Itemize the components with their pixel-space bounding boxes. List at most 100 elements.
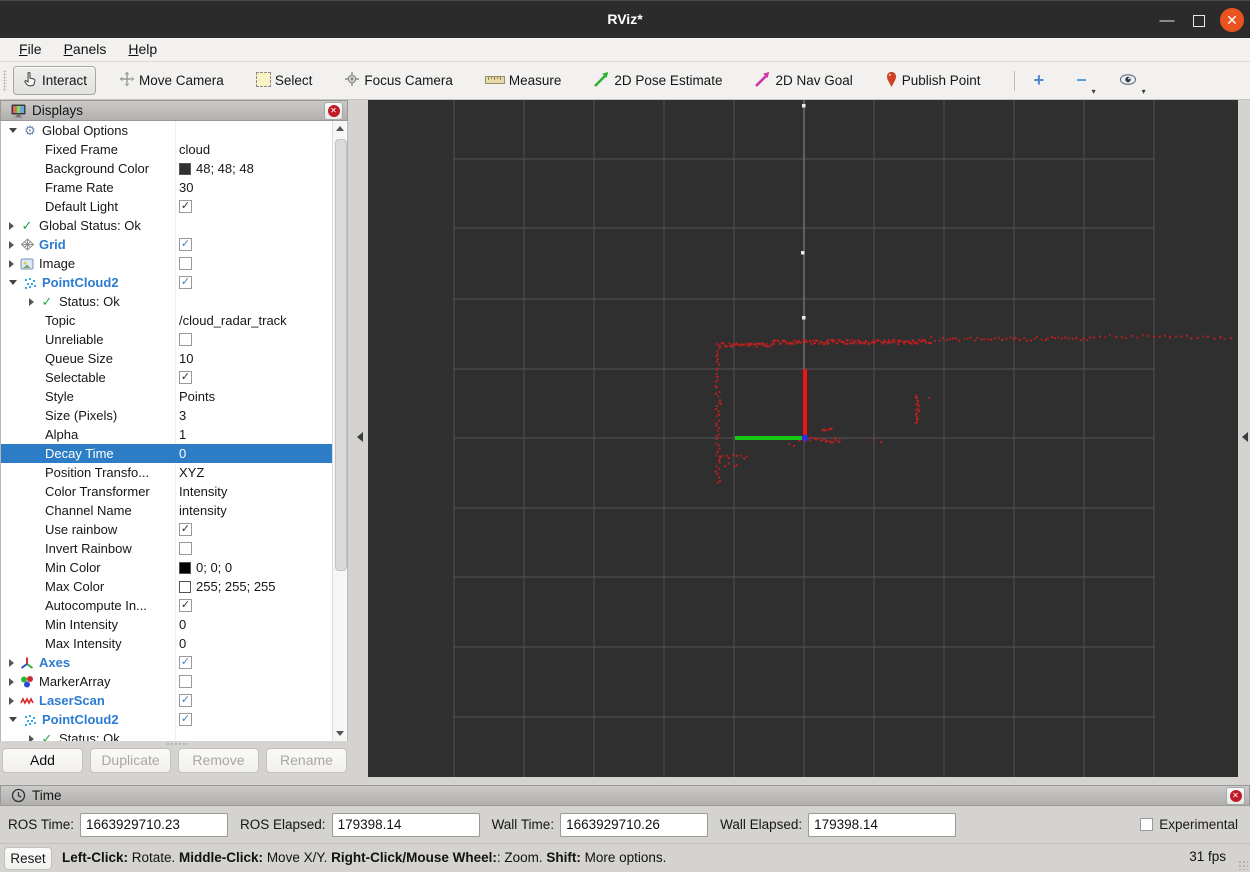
tree-row[interactable]: Min Intensity0 xyxy=(1,615,333,634)
tool-2d-nav-goal[interactable]: 2D Nav Goal xyxy=(745,66,861,96)
window-resize-grip[interactable] xyxy=(1238,860,1248,870)
minimize-button[interactable]: ― xyxy=(1156,10,1178,32)
expand-arrow-icon[interactable] xyxy=(9,241,14,249)
tree-row[interactable]: Channel Nameintensity xyxy=(1,501,333,520)
expand-arrow-icon[interactable] xyxy=(9,659,14,667)
property-value[interactable]: XYZ xyxy=(179,465,204,480)
tree-row[interactable]: Min Color0; 0; 0 xyxy=(1,558,333,577)
scroll-down-button[interactable] xyxy=(334,727,346,740)
property-value[interactable]: 3 xyxy=(179,408,186,423)
tree-row[interactable]: Background Color48; 48; 48 xyxy=(1,159,333,178)
property-value[interactable]: 10 xyxy=(179,351,193,366)
tree-row[interactable]: Axes✓ xyxy=(1,653,333,672)
tree-row[interactable]: Decay Time0 xyxy=(1,444,333,463)
tool-interact[interactable]: Interact xyxy=(13,66,96,95)
add-button[interactable]: Add xyxy=(2,748,83,773)
checkbox[interactable]: ✓ xyxy=(179,523,192,536)
property-value[interactable]: Points xyxy=(179,389,215,404)
property-value[interactable]: 1 xyxy=(179,427,186,442)
property-value[interactable]: 0; 0; 0 xyxy=(196,560,232,575)
checkbox[interactable]: ✓ xyxy=(179,276,192,289)
property-value[interactable]: 255; 255; 255 xyxy=(196,579,276,594)
tree-row[interactable]: Alpha1 xyxy=(1,425,333,444)
collapse-arrow-icon[interactable] xyxy=(9,128,17,133)
expand-arrow-icon[interactable] xyxy=(9,697,14,705)
tree-row[interactable]: ✓Status: Ok xyxy=(1,292,333,311)
rename-button[interactable]: Rename xyxy=(266,748,347,773)
tree-row[interactable]: Max Color255; 255; 255 xyxy=(1,577,333,596)
tree-row[interactable]: Position Transfo...XYZ xyxy=(1,463,333,482)
property-value[interactable]: 30 xyxy=(179,180,193,195)
menu-file[interactable]: File xyxy=(10,38,51,60)
expand-arrow-icon[interactable] xyxy=(9,222,14,230)
tool-select[interactable]: Select xyxy=(247,67,322,95)
tree-row[interactable]: Topic/cloud_radar_track xyxy=(1,311,333,330)
remove-button[interactable]: Remove xyxy=(178,748,259,773)
scroll-up-button[interactable] xyxy=(334,122,346,135)
tool-remove-tool[interactable]: −▾ xyxy=(1067,68,1096,94)
checkbox[interactable]: ✓ xyxy=(179,713,192,726)
checkbox[interactable] xyxy=(179,542,192,555)
toolbar-drag-handle[interactable] xyxy=(3,70,7,92)
tree-row[interactable]: PointCloud2✓ xyxy=(1,710,333,729)
checkbox[interactable]: ✓ xyxy=(179,371,192,384)
property-value[interactable]: 0 xyxy=(179,446,186,461)
wall-time-input[interactable] xyxy=(560,813,708,837)
splitter-right-arrow[interactable] xyxy=(1242,432,1248,442)
property-value[interactable]: 48; 48; 48 xyxy=(196,161,254,176)
menu-panels[interactable]: Panels xyxy=(55,38,116,60)
displays-scrollbar[interactable] xyxy=(332,121,346,741)
property-value[interactable]: intensity xyxy=(179,503,227,518)
maximize-button[interactable] xyxy=(1188,10,1210,32)
tree-row[interactable]: ✓Global Status: Ok xyxy=(1,216,333,235)
checkbox[interactable]: ✓ xyxy=(179,238,192,251)
reset-button[interactable]: Reset xyxy=(4,847,52,870)
expand-arrow-icon[interactable] xyxy=(9,678,14,686)
property-value[interactable]: Intensity xyxy=(179,484,227,499)
titlebar[interactable]: RViz* ― ✕ xyxy=(0,0,1250,38)
tree-row[interactable]: Color TransformerIntensity xyxy=(1,482,333,501)
tree-row[interactable]: Image xyxy=(1,254,333,273)
tree-row[interactable]: Frame Rate30 xyxy=(1,178,333,197)
color-swatch[interactable] xyxy=(179,581,191,593)
tree-resize-grip[interactable] xyxy=(166,742,188,746)
checkbox[interactable]: ✓ xyxy=(179,200,192,213)
checkbox[interactable]: ✓ xyxy=(179,656,192,669)
tree-row[interactable]: ✓Status: Ok xyxy=(1,729,333,741)
tree-row[interactable]: Use rainbow✓ xyxy=(1,520,333,539)
experimental-checkbox[interactable] xyxy=(1140,818,1153,831)
expand-arrow-icon[interactable] xyxy=(29,735,34,742)
tool-measure[interactable]: Measure xyxy=(476,68,571,93)
collapse-arrow-icon[interactable] xyxy=(9,280,17,285)
checkbox[interactable]: ✓ xyxy=(179,599,192,612)
color-swatch[interactable] xyxy=(179,163,191,175)
tool-publish-point[interactable]: Publish Point xyxy=(876,66,990,96)
tool-2d-pose-estimate[interactable]: 2D Pose Estimate xyxy=(584,66,731,96)
tree-row[interactable]: Default Light✓ xyxy=(1,197,333,216)
checkbox[interactable]: ✓ xyxy=(179,694,192,707)
displays-close-button[interactable]: ✕ xyxy=(324,102,343,120)
ros-elapsed-input[interactable] xyxy=(332,813,480,837)
expand-arrow-icon[interactable] xyxy=(29,298,34,306)
tree-row[interactable]: Invert Rainbow xyxy=(1,539,333,558)
tree-row[interactable]: Fixed Framecloud xyxy=(1,140,333,159)
dropdown-caret-icon[interactable]: ▾ xyxy=(1142,87,1146,96)
3d-viewport[interactable] xyxy=(368,100,1238,777)
tool-focus-camera[interactable]: Focus Camera xyxy=(335,66,462,95)
property-value[interactable]: 0 xyxy=(179,636,186,651)
tool-add-tool[interactable]: + xyxy=(1025,68,1054,94)
tree-row[interactable]: Size (Pixels)3 xyxy=(1,406,333,425)
color-swatch[interactable] xyxy=(179,562,191,574)
tree-row[interactable]: Grid✓ xyxy=(1,235,333,254)
close-button[interactable]: ✕ xyxy=(1220,8,1244,32)
checkbox[interactable] xyxy=(179,257,192,270)
tree-row[interactable]: MarkerArray xyxy=(1,672,333,691)
tree-row[interactable]: StylePoints xyxy=(1,387,333,406)
tree-row[interactable]: LaserScan✓ xyxy=(1,691,333,710)
tree-row[interactable]: PointCloud2✓ xyxy=(1,273,333,292)
expand-arrow-icon[interactable] xyxy=(9,260,14,268)
tree-row[interactable]: ⚙Global Options xyxy=(1,121,333,140)
time-close-button[interactable]: ✕ xyxy=(1226,787,1245,805)
tree-row[interactable]: Max Intensity0 xyxy=(1,634,333,653)
tree-row[interactable]: Unreliable xyxy=(1,330,333,349)
